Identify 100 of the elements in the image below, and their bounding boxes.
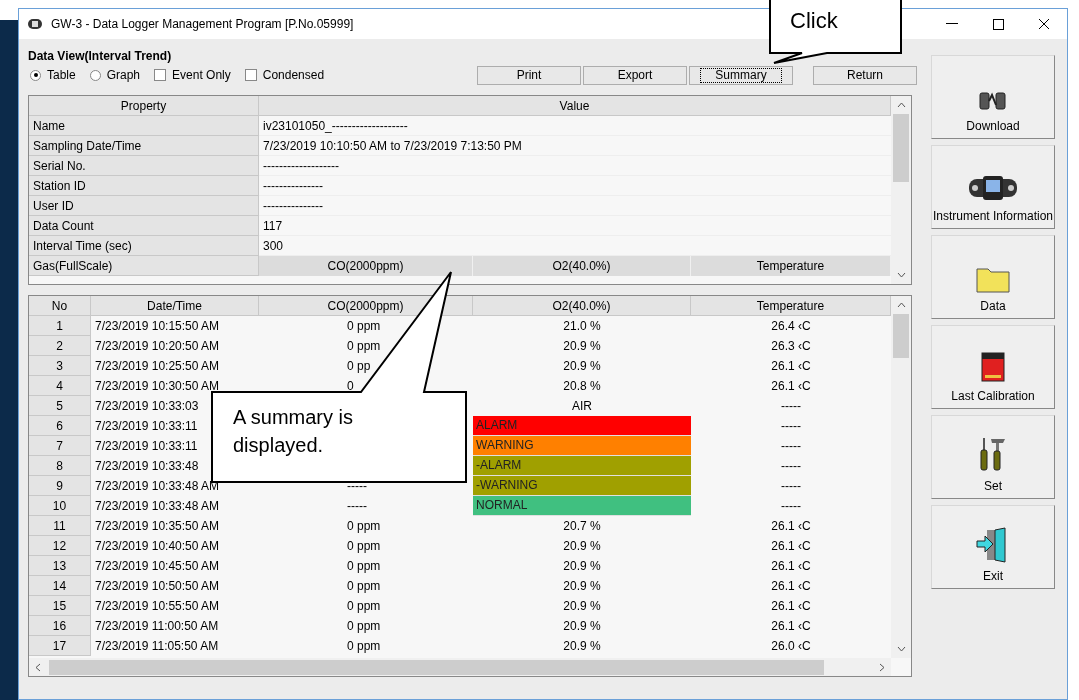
table-cell: 7/23/2019 10:40:50 AM bbox=[95, 539, 220, 553]
table-cell-text: ----- bbox=[780, 478, 802, 495]
gas-cell: CO(2000ppm) bbox=[259, 256, 473, 276]
side-button[interactable]: Last Calibration bbox=[931, 325, 1055, 409]
callout-text: A summary is displayed. bbox=[233, 405, 355, 458]
table-cell-text: ----- bbox=[780, 398, 802, 415]
gas-cell: O2(40.0%) bbox=[473, 256, 691, 276]
row-number: 4 bbox=[29, 376, 91, 396]
checkbox-option[interactable]: Event Only bbox=[154, 66, 231, 84]
row-number: 7 bbox=[29, 436, 91, 456]
property-cell: Gas(FullScale) bbox=[29, 256, 259, 276]
side-button[interactable]: Set bbox=[931, 415, 1055, 499]
toolbar-button[interactable]: Print bbox=[477, 65, 581, 85]
property-cell: Interval Time (sec) bbox=[29, 236, 259, 256]
book-icon bbox=[979, 351, 1007, 383]
side-button[interactable]: Download bbox=[931, 55, 1055, 139]
row-number: 2 bbox=[29, 336, 91, 356]
table-cell-text: 21.0 % bbox=[562, 318, 602, 335]
table-cell: 7/23/2019 10:20:50 AM bbox=[95, 339, 220, 353]
scrollbar-thumb[interactable] bbox=[893, 114, 909, 182]
table-cell: 7/23/2019 10:35:50 AM bbox=[95, 519, 220, 533]
checkbox[interactable] bbox=[244, 69, 257, 81]
scroll-left-icon bbox=[35, 662, 41, 672]
column-header: O2(40.0%) bbox=[473, 296, 691, 316]
table-cell-text: 26.4 ‹C bbox=[770, 318, 812, 335]
row-number: 3 bbox=[29, 356, 91, 376]
horizontal-scrollbar[interactable] bbox=[29, 658, 891, 676]
scrollbar-thumb[interactable] bbox=[893, 314, 909, 358]
side-button[interactable]: Exit bbox=[931, 505, 1055, 589]
table-cell: 0 ppm bbox=[347, 539, 381, 553]
row-number: 6 bbox=[29, 416, 91, 436]
table-cell: 0 ppm bbox=[347, 339, 381, 353]
radio-button[interactable] bbox=[30, 69, 41, 81]
toolbar-button[interactable]: Summary bbox=[689, 65, 793, 85]
table-cell-text: 26.1 ‹C bbox=[770, 378, 812, 395]
table-cell-text: ----- bbox=[780, 458, 802, 475]
column-header: Value bbox=[259, 96, 891, 116]
table-cell: 7/23/2019 10:45:50 AM bbox=[95, 559, 220, 573]
table-cell: 7/23/2019 10:55:50 AM bbox=[95, 599, 220, 613]
event-cell: -ALARM bbox=[473, 456, 691, 476]
checkbox-option[interactable]: Condensed bbox=[244, 66, 325, 84]
row-number: 16 bbox=[29, 616, 91, 636]
table-cell: ----- bbox=[347, 479, 367, 493]
column-header: Date/Time bbox=[91, 296, 259, 316]
table-cell-text: 20.9 % bbox=[562, 358, 602, 375]
table-cell-text: 26.3 ‹C bbox=[770, 338, 812, 355]
radio-option[interactable]: Graph bbox=[89, 66, 141, 84]
table-cell-text: ----- bbox=[780, 418, 802, 435]
row-number: 10 bbox=[29, 496, 91, 516]
row-number: 14 bbox=[29, 576, 91, 596]
table-cell: 7/23/2019 10:33:11 bbox=[95, 439, 198, 453]
property-cell: User ID bbox=[29, 196, 259, 216]
table-cell-text: 20.9 % bbox=[562, 618, 602, 635]
event-cell: NORMAL bbox=[473, 496, 691, 516]
close-icon bbox=[1038, 18, 1050, 30]
table-cell: 0 ppm bbox=[347, 579, 381, 593]
event-cell: -WARNING bbox=[473, 476, 691, 496]
toolbar-button[interactable]: Return bbox=[813, 65, 917, 85]
toolbar-button[interactable]: Export bbox=[583, 65, 687, 85]
table-cell-text: 26.1 ‹C bbox=[770, 358, 812, 375]
table-cell: 0 ppm bbox=[347, 599, 381, 613]
table-cell: 0 ppm bbox=[347, 319, 381, 333]
gas-detector-icon bbox=[968, 173, 1018, 203]
callout-text: Click bbox=[790, 8, 838, 34]
table-cell-text: 20.9 % bbox=[562, 598, 602, 615]
table-cell-text: 26.1 ‹C bbox=[770, 518, 812, 535]
checkbox[interactable] bbox=[154, 69, 167, 81]
table-cell-text: 26.1 ‹C bbox=[770, 538, 812, 555]
table-cell-text: 20.9 % bbox=[562, 538, 602, 555]
event-cell: ALARM bbox=[473, 416, 691, 436]
table-cell-text: 26.1 ‹C bbox=[770, 558, 812, 575]
table-cell: 7/23/2019 10:33:48 AM bbox=[95, 499, 220, 513]
column-header: Temperature bbox=[691, 296, 891, 316]
app-icon bbox=[27, 18, 43, 30]
maximize-icon bbox=[992, 18, 1004, 30]
row-number: 5 bbox=[29, 396, 91, 416]
scroll-up-icon bbox=[896, 302, 906, 308]
property-cell: Name bbox=[29, 116, 259, 136]
scroll-up-icon bbox=[896, 102, 906, 108]
side-button[interactable]: Data bbox=[931, 235, 1055, 319]
vertical-scrollbar[interactable] bbox=[891, 96, 911, 284]
vertical-scrollbar[interactable] bbox=[891, 296, 911, 658]
radio-button[interactable] bbox=[89, 69, 101, 81]
property-cell: Data Count bbox=[29, 216, 259, 236]
scrollbar-thumb[interactable] bbox=[49, 659, 824, 675]
table-cell-text: 20.9 % bbox=[562, 338, 602, 355]
property-cell: Sampling Date/Time bbox=[29, 136, 259, 156]
value-cell: 7/23/2019 10:10:50 AM to 7/23/2019 7:13:50 PM bbox=[259, 136, 891, 156]
table-cell: 7/23/2019 10:33:11 bbox=[95, 419, 198, 433]
tools-icon bbox=[978, 437, 1008, 473]
table-cell: 0 ppm bbox=[347, 559, 381, 573]
row-number: 9 bbox=[29, 476, 91, 496]
table-cell: 0 ppm bbox=[347, 639, 381, 653]
table-cell-text: 20.9 % bbox=[562, 558, 602, 575]
table-cell: 0 ppm bbox=[347, 519, 381, 533]
table-cell-text: ----- bbox=[780, 438, 802, 455]
side-button[interactable]: Instrument Information bbox=[931, 145, 1055, 229]
radio-option[interactable]: Table bbox=[30, 66, 76, 84]
row-number: 11 bbox=[29, 516, 91, 536]
group-title: Data View(Interval Trend) bbox=[28, 49, 173, 63]
